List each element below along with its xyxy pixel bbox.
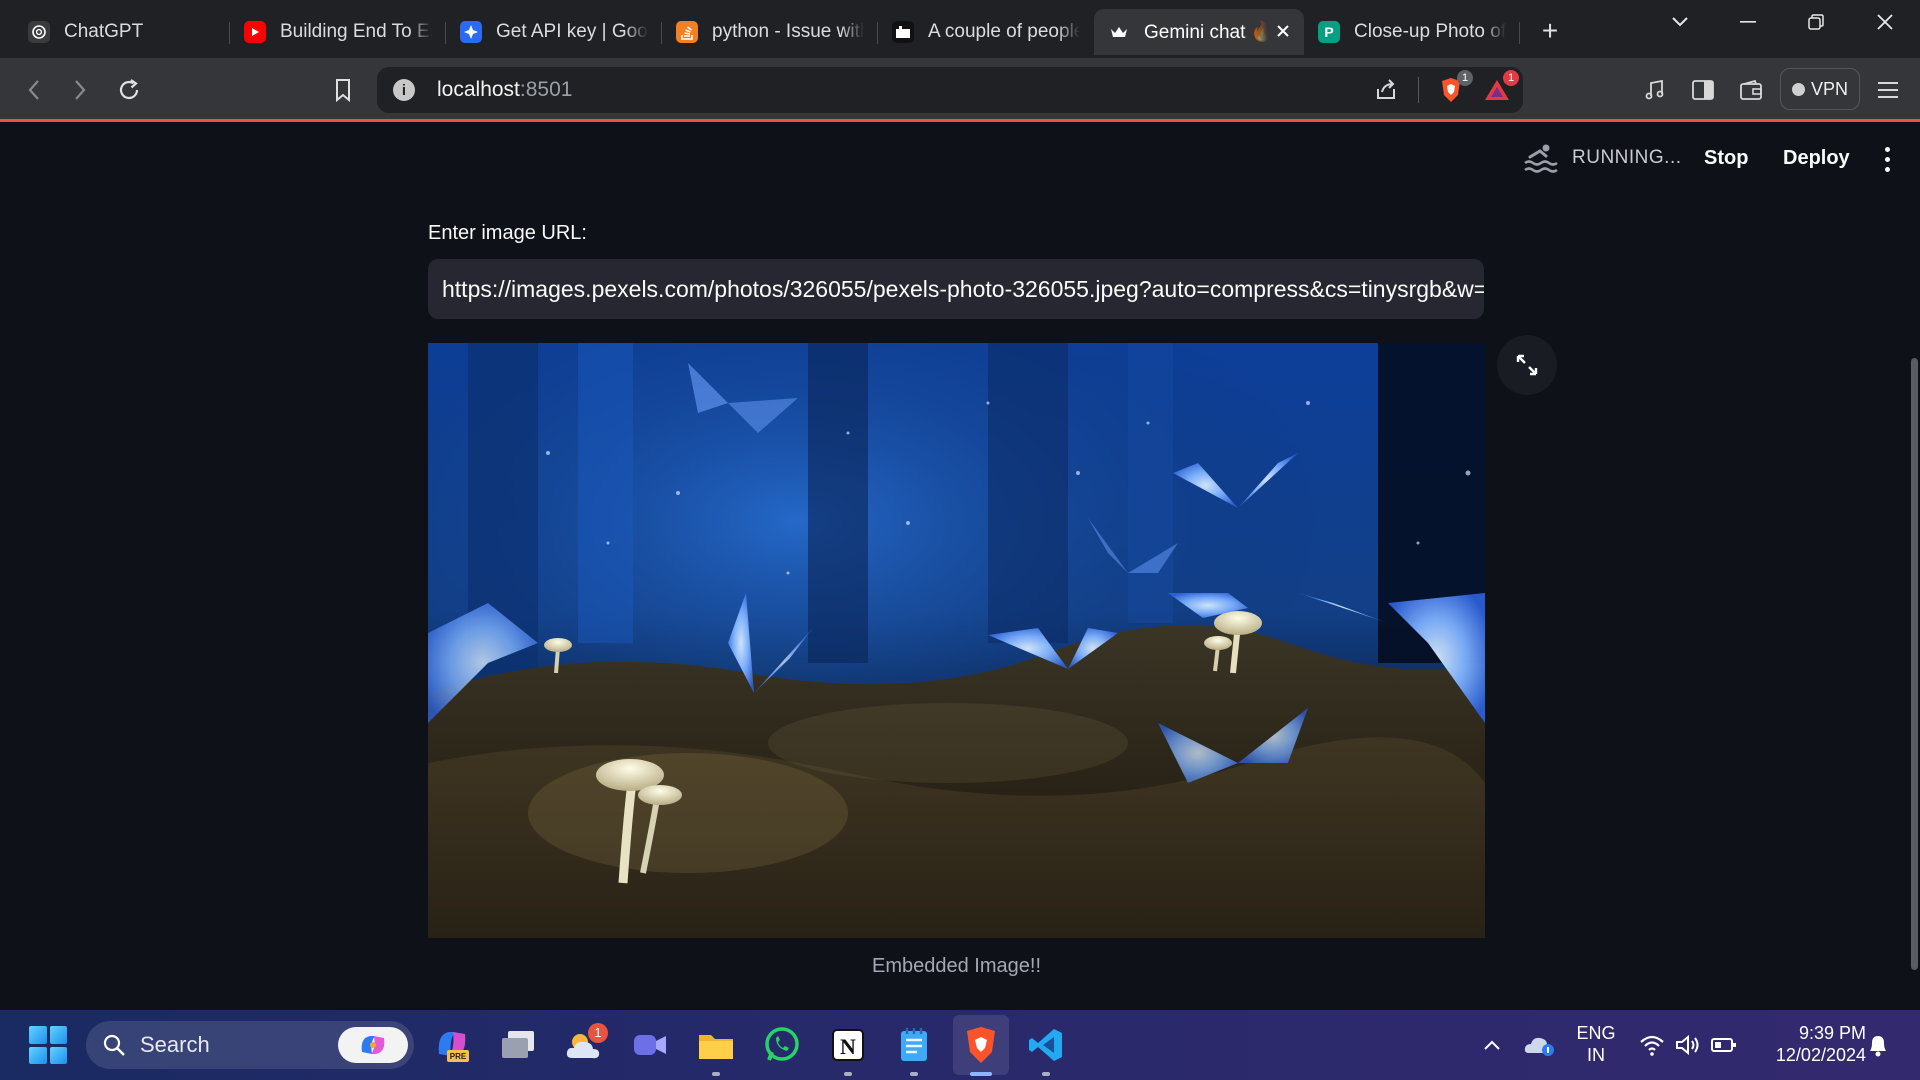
file-explorer-icon[interactable] — [694, 1023, 738, 1076]
bookmark-icon[interactable] — [325, 72, 361, 108]
status-text: RUNNING... — [1572, 147, 1682, 168]
windows-taskbar: Search PRE 1 N ENG IN 9:39 PM 12/02/2024 — [0, 1010, 1920, 1080]
brave-rewards-icon[interactable]: 1 — [1483, 70, 1519, 104]
weather-badge: 1 — [588, 1023, 608, 1043]
browser-toolbar: i localhost:8501 1 1 VPN — [0, 58, 1920, 122]
battery-icon[interactable] — [1702, 1023, 1746, 1067]
url-text[interactable]: localhost:8501 — [437, 78, 572, 102]
stackoverflow-icon — [676, 21, 698, 43]
onedrive-icon[interactable] — [1517, 1023, 1561, 1067]
language-code: ENG — [1576, 1023, 1616, 1043]
fullscreen-expand-icon[interactable] — [1497, 335, 1557, 395]
vpn-button[interactable]: VPN — [1780, 68, 1860, 110]
brave-browser-icon[interactable] — [959, 1023, 1003, 1076]
forward-button[interactable] — [62, 72, 98, 108]
close-window-button[interactable] — [1855, 0, 1915, 44]
windows-start-icon[interactable] — [29, 1026, 67, 1064]
show-hidden-icons-chevron[interactable] — [1470, 1023, 1514, 1067]
wallet-icon[interactable] — [1735, 74, 1767, 106]
svg-text:PRE: PRE — [450, 1052, 467, 1061]
teams-meet-icon[interactable] — [628, 1023, 672, 1067]
minimize-button[interactable] — [1718, 0, 1778, 44]
browser-tab[interactable]: Building End To En — [230, 9, 446, 55]
search-icon — [103, 1034, 125, 1056]
browser-tab[interactable]: Get API key | Goog — [446, 9, 662, 55]
active-indicator — [970, 1072, 992, 1076]
tab-strip: ChatGPT Building End To En Get API key | G… — [0, 0, 1920, 58]
clock-date: 12/02/2024 — [1775, 1045, 1866, 1065]
tab-title: python - Issue with — [712, 21, 864, 42]
notion-icon[interactable]: N — [826, 1023, 870, 1076]
url-input-label: Enter image URL: — [428, 222, 587, 244]
chatgpt-icon — [28, 21, 50, 43]
notification-bell-icon[interactable] — [1856, 1023, 1900, 1067]
running-indicator — [910, 1072, 918, 1076]
menu-icon[interactable] — [1872, 74, 1904, 106]
copilot-icon[interactable] — [338, 1027, 408, 1063]
search-placeholder: Search — [140, 1032, 210, 1057]
browser-tab[interactable]: python - Issue with — [662, 9, 878, 55]
taskbar-search[interactable]: Search — [86, 1021, 414, 1069]
brave-shields-icon[interactable]: 1 — [1437, 70, 1473, 104]
tab-title: Get API key | Goog — [496, 21, 648, 42]
tab-title: Building End To En — [280, 21, 432, 42]
tab-title: A couple of people — [928, 21, 1080, 42]
media-icon[interactable] — [1639, 74, 1671, 106]
restore-button[interactable] — [1786, 0, 1846, 44]
region-code: IN — [1587, 1045, 1605, 1065]
vpn-status-icon — [1791, 82, 1805, 96]
tab-title: ChatGPT — [64, 21, 144, 42]
back-button[interactable] — [16, 72, 52, 108]
address-bar[interactable]: i localhost:8501 1 1 — [377, 67, 1523, 113]
browser-tab[interactable]: ChatGPT — [14, 9, 230, 55]
streamlit-crown-icon — [1108, 21, 1130, 43]
image-url-input[interactable]: https://images.pexels.com/photos/326055/… — [428, 259, 1484, 319]
app-content: RUNNING... Stop Deploy Enter image URL: … — [0, 125, 1920, 1010]
share-icon[interactable] — [1372, 76, 1400, 104]
vscode-icon[interactable] — [1024, 1023, 1068, 1076]
notepad-icon[interactable] — [892, 1023, 936, 1076]
svg-text:N: N — [840, 1034, 856, 1059]
close-tab-icon[interactable] — [1276, 21, 1290, 44]
new-tab-button[interactable]: + — [1528, 9, 1572, 53]
task-view-icon[interactable] — [496, 1023, 540, 1067]
youtube-icon — [244, 21, 266, 43]
copilot-pre-app-icon[interactable]: PRE — [430, 1023, 474, 1067]
shields-badge: 1 — [1457, 70, 1473, 86]
whatsapp-icon[interactable] — [760, 1023, 804, 1067]
page-scrollbar[interactable] — [1911, 358, 1918, 970]
embedded-image — [428, 343, 1485, 938]
deploy-button[interactable]: Deploy — [1783, 147, 1850, 170]
site-info-icon[interactable]: i — [393, 79, 415, 101]
browser-tab[interactable]: A couple of people — [878, 9, 1094, 55]
running-indicator — [844, 1072, 852, 1076]
reload-button[interactable] — [111, 72, 147, 108]
tab-title: Gemini chat 🔥 — [1144, 22, 1268, 43]
weather-icon[interactable]: 1 — [562, 1023, 608, 1067]
divider — [1418, 77, 1419, 103]
google-ai-icon — [460, 21, 482, 43]
swimmer-icon — [1524, 144, 1558, 173]
stop-button[interactable]: Stop — [1704, 147, 1748, 170]
pexels-dark-icon — [892, 21, 914, 43]
sidebar-icon[interactable] — [1687, 74, 1719, 106]
tab-title: Close-up Photo of — [1354, 21, 1506, 42]
running-indicator — [1042, 1072, 1050, 1076]
pexels-icon: P — [1318, 21, 1340, 43]
image-caption: Embedded Image!! — [872, 955, 1041, 977]
browser-tab[interactable]: P Close-up Photo of — [1304, 9, 1520, 55]
browser-tab[interactable]: Gemini chat 🔥 — [1094, 9, 1304, 55]
clock[interactable]: 9:39 PM 12/02/2024 — [1754, 1022, 1866, 1066]
tab-search-chevron-icon[interactable] — [1650, 0, 1710, 44]
main-menu-icon[interactable] — [1880, 147, 1894, 172]
language-indicator[interactable]: ENG IN — [1570, 1022, 1622, 1066]
vpn-label: VPN — [1810, 78, 1848, 99]
rewards-badge: 1 — [1503, 70, 1519, 86]
clock-time: 9:39 PM — [1798, 1023, 1866, 1043]
running-indicator — [712, 1072, 720, 1076]
running-status: RUNNING... — [1524, 143, 1682, 173]
